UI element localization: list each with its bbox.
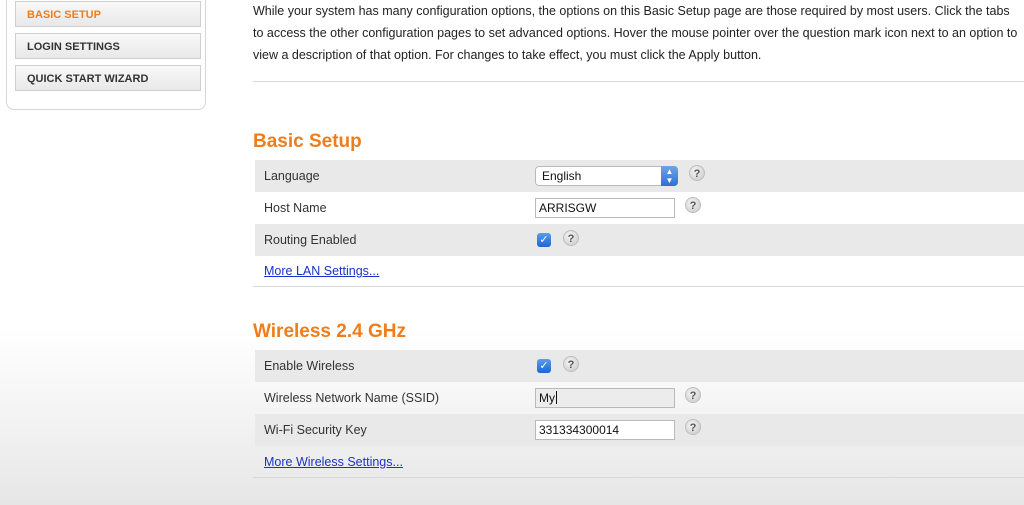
routing-enabled-label: Routing Enabled xyxy=(264,233,357,247)
more-wireless-settings-link[interactable]: More Wireless Settings... xyxy=(264,455,403,469)
intro-description: While your system has many configuration… xyxy=(253,4,1018,62)
enable-wireless-row: Enable Wireless ✓ ? xyxy=(255,350,1024,382)
text-caret xyxy=(556,391,557,404)
host-name-label: Host Name xyxy=(264,201,327,215)
routing-row: Routing Enabled ✓ ? xyxy=(255,224,1024,256)
divider xyxy=(253,286,1024,287)
help-icon[interactable]: ? xyxy=(685,387,701,403)
security-key-label: Wi-Fi Security Key xyxy=(264,423,367,437)
language-row: Language English ▲ ▼ ? xyxy=(255,160,1024,192)
language-select-value: English xyxy=(542,169,582,183)
basic-setup-title: Basic Setup xyxy=(253,131,362,152)
sidebar-item-quick-start-wizard[interactable]: QUICK START WIZARD xyxy=(15,65,201,91)
enable-wireless-checkbox[interactable]: ✓ xyxy=(537,359,551,373)
wireless-title: Wireless 2.4 GHz xyxy=(253,321,406,342)
routing-enabled-checkbox[interactable]: ✓ xyxy=(537,233,551,247)
language-label: Language xyxy=(264,169,320,183)
host-name-row: Host Name ARRISGW ? xyxy=(255,192,1024,224)
ssid-label: Wireless Network Name (SSID) xyxy=(264,391,440,405)
language-select[interactable]: English ▲ ▼ xyxy=(535,166,678,186)
host-name-input[interactable]: ARRISGW xyxy=(535,198,675,218)
sidebar-nav: BASIC SETUP LOGIN SETTINGS QUICK START W… xyxy=(6,0,206,110)
select-arrows-icon: ▲ ▼ xyxy=(661,166,678,186)
sidebar-item-login-settings[interactable]: LOGIN SETTINGS xyxy=(15,33,201,59)
ssid-value: My xyxy=(539,391,555,405)
security-key-row: Wi-Fi Security Key 331334300014 ? xyxy=(255,414,1024,446)
enable-wireless-label: Enable Wireless xyxy=(264,359,355,373)
help-icon[interactable]: ? xyxy=(685,197,701,213)
more-lan-settings-link[interactable]: More LAN Settings... xyxy=(264,264,379,278)
divider xyxy=(253,81,1024,82)
security-key-input[interactable]: 331334300014 xyxy=(535,420,675,440)
help-icon[interactable]: ? xyxy=(563,356,579,372)
ssid-row: Wireless Network Name (SSID) My ? xyxy=(255,382,1024,414)
sidebar-item-basic-setup[interactable]: BASIC SETUP xyxy=(15,1,201,27)
help-icon[interactable]: ? xyxy=(689,165,705,181)
ssid-input[interactable]: My xyxy=(535,388,675,408)
divider xyxy=(253,477,1024,478)
help-icon[interactable]: ? xyxy=(685,419,701,435)
help-icon[interactable]: ? xyxy=(563,230,579,246)
